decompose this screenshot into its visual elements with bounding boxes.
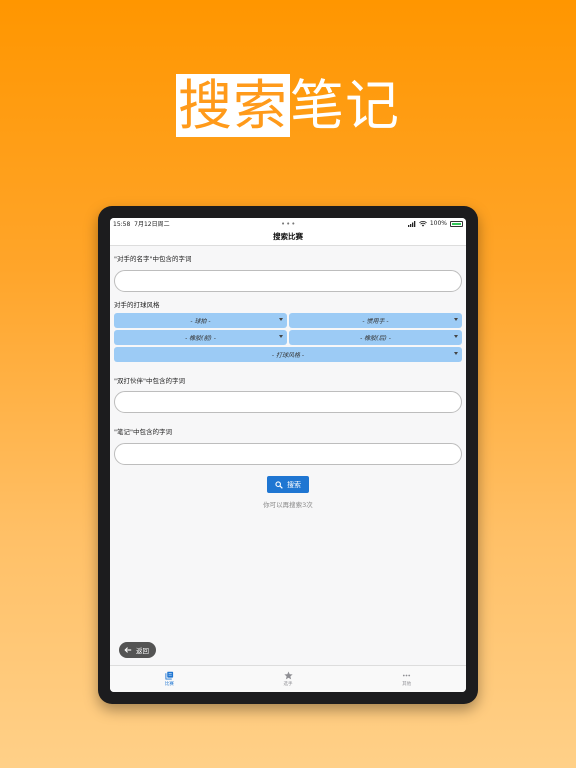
battery-icon <box>450 220 463 227</box>
opponent-name-input[interactable] <box>114 269 462 292</box>
rubber-back-select[interactable]: - 橡胶(后) - <box>289 329 462 345</box>
tablet-frame: 15:58 7月12日周二 ••• 100% 搜索比赛 "对手的名字"中包含的字… <box>98 206 478 704</box>
caret-down-icon <box>454 334 458 338</box>
back-button[interactable]: 返回 <box>119 642 156 658</box>
search-form: "对手的名字"中包含的字词 对手的打球风格 - 球拍 - - 惯用手 - - 橡… <box>110 253 466 509</box>
caret-down-icon <box>279 317 283 321</box>
back-button-label: 返回 <box>136 647 149 655</box>
tab-matches[interactable]: 比赛 <box>110 666 229 692</box>
status-date: 7月12日周二 <box>134 221 170 228</box>
promo-headline: 搜索笔记 <box>0 74 576 138</box>
tab-other-label: 其他 <box>402 682 412 687</box>
rubber-front-select[interactable]: - 橡胶(前) - <box>114 329 287 345</box>
style-label: 对手的打球风格 <box>114 300 160 309</box>
caret-down-icon <box>279 334 283 338</box>
grip-select[interactable]: - 球拍 - <box>114 312 287 328</box>
tab-players[interactable]: 选手 <box>229 666 348 692</box>
hand-select-label: - 惯用手 - <box>362 317 389 325</box>
play-style-select-label: - 打球风格 - <box>271 351 305 359</box>
search-button[interactable]: 搜索 <box>267 476 309 493</box>
style-filters: - 球拍 - - 惯用手 - - 橡胶(前) - - 橡胶(后) - - 打球风… <box>114 312 462 362</box>
tab-other[interactable]: 其他 <box>347 666 466 692</box>
note-label: "笔记"中包含的字词 <box>114 428 172 436</box>
more-icon <box>403 674 411 677</box>
headline-rest: 笔记 <box>290 74 400 137</box>
tab-bar: 比赛 选手 其他 <box>110 665 466 692</box>
rubber-front-select-label: - 橡胶(前) - <box>185 334 216 342</box>
partner-label: "双打伙伴"中包含的字词 <box>114 376 185 385</box>
note-input[interactable] <box>114 442 462 465</box>
status-bar: 15:58 7月12日周二 ••• 100% <box>110 218 466 229</box>
search-icon <box>275 480 283 489</box>
search-button-label: 搜索 <box>287 480 301 489</box>
caret-down-icon <box>454 317 458 321</box>
doubles-partner-input[interactable] <box>114 391 462 413</box>
multitask-dots[interactable]: ••• <box>281 220 296 228</box>
wifi-icon <box>418 220 427 227</box>
play-style-select[interactable]: - 打球风格 - <box>114 346 462 362</box>
headline-highlight: 搜索 <box>176 74 290 137</box>
signal-icon <box>407 220 416 227</box>
star-icon <box>283 671 293 680</box>
app-screen: 15:58 7月12日周二 ••• 100% 搜索比赛 "对手的名字"中包含的字… <box>110 218 466 692</box>
tab-matches-label: 比赛 <box>164 682 174 687</box>
caret-down-icon <box>454 351 458 355</box>
hand-select[interactable]: - 惯用手 - <box>289 312 462 328</box>
opponent-label: "对手的名字"中包含的字词 <box>114 255 192 263</box>
tab-players-label: 选手 <box>283 682 293 687</box>
battery-percent: 100% <box>429 220 447 227</box>
remaining-searches: 你可以再搜索3次 <box>263 501 313 509</box>
page-title: 搜索比赛 <box>110 229 466 246</box>
grip-select-label: - 球拍 - <box>190 317 211 325</box>
arrow-left-icon <box>124 647 132 653</box>
library-icon <box>165 671 173 680</box>
status-time: 15:58 <box>113 221 131 228</box>
rubber-back-select-label: - 橡胶(后) - <box>360 334 391 342</box>
